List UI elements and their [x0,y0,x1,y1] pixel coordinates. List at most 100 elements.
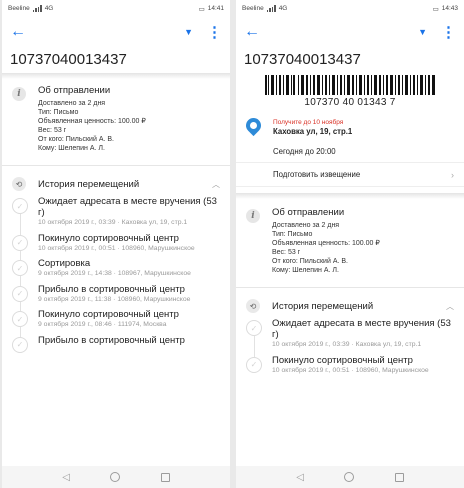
pickup-point[interactable]: Получите до 10 ноября Каховка ул, 19, ст… [236,108,464,137]
chevron-up-icon[interactable]: ︿ [446,301,454,312]
history-event: ✓ Прибыло в сортировочный центр [12,335,222,358]
status-time: 14:41 [207,5,224,12]
event-meta: 9 октября 2019 г., 14:38 · 108967, Маруш… [38,270,191,277]
info-icon: i [246,209,260,223]
check-icon: ✓ [246,356,262,373]
event-meta: 10 октября 2019 г., 03:39 · Каховка ул, … [272,341,422,348]
more-menu-icon[interactable]: ⋮ [441,25,456,40]
nav-recent-icon[interactable] [394,472,404,482]
history-event: ✓ Покинуло сортировочный центр 10 октябр… [246,355,456,381]
pickup-address: Каховка ул, 19, стр.1 [273,127,353,136]
about-line: Вес: 53 г [38,127,67,134]
about-line: Доставлено за 2 дня [272,222,340,229]
check-icon: ✓ [12,260,28,276]
dropdown-caret-icon[interactable]: ▼ [184,27,193,37]
chevron-up-icon[interactable]: ︿ [212,179,220,190]
network-label: 4G [44,5,54,12]
status-time: 14:43 [441,5,458,12]
timeline-line [19,301,21,311]
check-icon: ✓ [246,320,262,336]
event-title: Прибыло в сортировочный центр [38,283,185,295]
history-event: ✓ Сортировка 9 октября 2019 г., 14:38 · … [12,258,222,286]
info-icon: i [12,87,26,101]
about-line: Вес: 53 г [272,249,301,256]
system-nav-bar: ◁ [2,466,230,488]
history-event: ✓ Ожидает адресата в месте вручения (53 … [12,196,222,235]
barcode-number: 107370 40 01343 7 [304,97,396,108]
nav-recent-icon[interactable] [160,472,170,482]
history-list: ✓ Ожидает адресата в месте вручения (53 … [236,318,464,380]
pickup-deadline: Получите до 10 ноября [273,119,344,126]
location-pin-icon [242,114,265,137]
check-icon: ✓ [12,198,28,214]
history-icon: ⟲ [12,177,26,191]
left-screen: Beeline 4G ▭ 14:41 ← ▼ ⋮ 10737040013437 … [2,0,230,488]
history-header[interactable]: ⟲ История перемещений ︿ [236,294,464,318]
about-line: Кому: Шелепин А. Л. [38,145,105,152]
event-title: Прибыло в сортировочный центр [38,334,185,346]
office-hours-label: Сегодня до 20:00 [273,147,336,156]
event-title: Покинуло сортировочный центр [272,354,413,366]
event-title: Ожидает адресата в месте вручения (53 г) [38,196,217,218]
timeline-line [253,336,255,357]
check-icon: ✓ [12,285,28,302]
about-shipment: i Об отправлении Доставлено за 2 дня Тип… [236,199,464,281]
about-shipment: i Об отправлении Доставлено за 2 дня Тип… [2,79,230,159]
about-line: От кого: Пильский А. В. [272,258,348,265]
event-meta: 10 октября 2019 г., 03:39 · Каховка ул, … [38,219,188,226]
event-title: Покинуло сортировочный центр [38,309,179,320]
timeline-line [19,276,21,286]
event-title: Покинуло сортировочный центр [38,232,179,244]
timeline-line [19,327,21,337]
carrier-label: Beeline [8,5,30,12]
about-line: Тип: Письмо [272,231,313,238]
check-icon: ✓ [12,234,28,251]
battery-icon: ▭ [432,5,439,13]
prepare-notice-button[interactable]: Подготовить извещение › [236,163,464,187]
about-line: От кого: Пильский А. В. [38,136,114,143]
about-line: Доставлено за 2 дня [38,100,106,107]
track-number: 10737040013437 [244,51,361,68]
track-number: 10737040013437 [10,51,127,68]
network-label: 4G [278,5,288,12]
nav-home-icon[interactable] [344,472,355,482]
about-title: Об отправлении [38,85,111,96]
signal-icon [32,5,42,12]
history-event: ✓ Прибыло в сортировочный центр 9 октябр… [12,283,222,311]
about-title: Об отправлении [272,207,345,218]
history-event: ✓ Ожидает адресата в месте вручения (53 … [246,318,456,357]
nav-home-icon[interactable] [110,472,121,482]
check-icon: ✓ [12,311,28,327]
status-bar: Beeline 4G ▭ 14:41 [2,0,230,17]
right-screen: Beeline 4G ▭ 14:43 ← ▼ ⋮ 10737040013437 [236,0,464,488]
system-nav-bar: ◁ [236,466,464,488]
battery-icon: ▭ [198,5,205,13]
signal-icon [266,5,276,12]
barcode-image [265,75,435,95]
more-menu-icon[interactable]: ⋮ [207,25,222,40]
app-bar: ← ▼ ⋮ [236,17,464,47]
prepare-notice-label: Подготовить извещение [273,170,361,179]
event-meta: 10 октября 2019 г., 00:51 · 108960, Мару… [38,244,195,252]
history-header[interactable]: ⟲ История перемещений ︿ [2,172,230,196]
nav-back-icon[interactable]: ◁ [62,472,70,483]
history-title: История перемещений [272,300,374,312]
history-event: ✓ Покинуло сортировочный центр 9 октября… [12,309,222,337]
event-meta: 9 октября 2019 г., 11:38 · 108960, Маруш… [38,295,191,303]
nav-back-icon[interactable]: ◁ [296,472,304,483]
history-icon: ⟲ [246,299,260,313]
event-title: Сортировка [38,258,91,269]
about-line: Объявленная ценность: 100.00 ₽ [38,118,146,125]
history-title: История перемещений [38,178,140,190]
history-event: ✓ Покинуло сортировочный центр 10 октябр… [12,232,222,260]
timeline-line [19,214,21,235]
event-meta: 10 октября 2019 г., 00:51 · 108960, Мару… [272,366,429,374]
back-arrow-icon[interactable]: ← [10,24,26,40]
check-icon: ✓ [12,336,28,353]
dropdown-caret-icon[interactable]: ▼ [418,27,427,37]
divider [2,165,230,166]
about-line: Объявленная ценность: 100.00 ₽ [272,240,380,247]
event-title: Ожидает адресата в месте вручения (53 г) [272,318,451,340]
about-line: Тип: Письмо [38,109,79,116]
back-arrow-icon[interactable]: ← [244,24,260,40]
